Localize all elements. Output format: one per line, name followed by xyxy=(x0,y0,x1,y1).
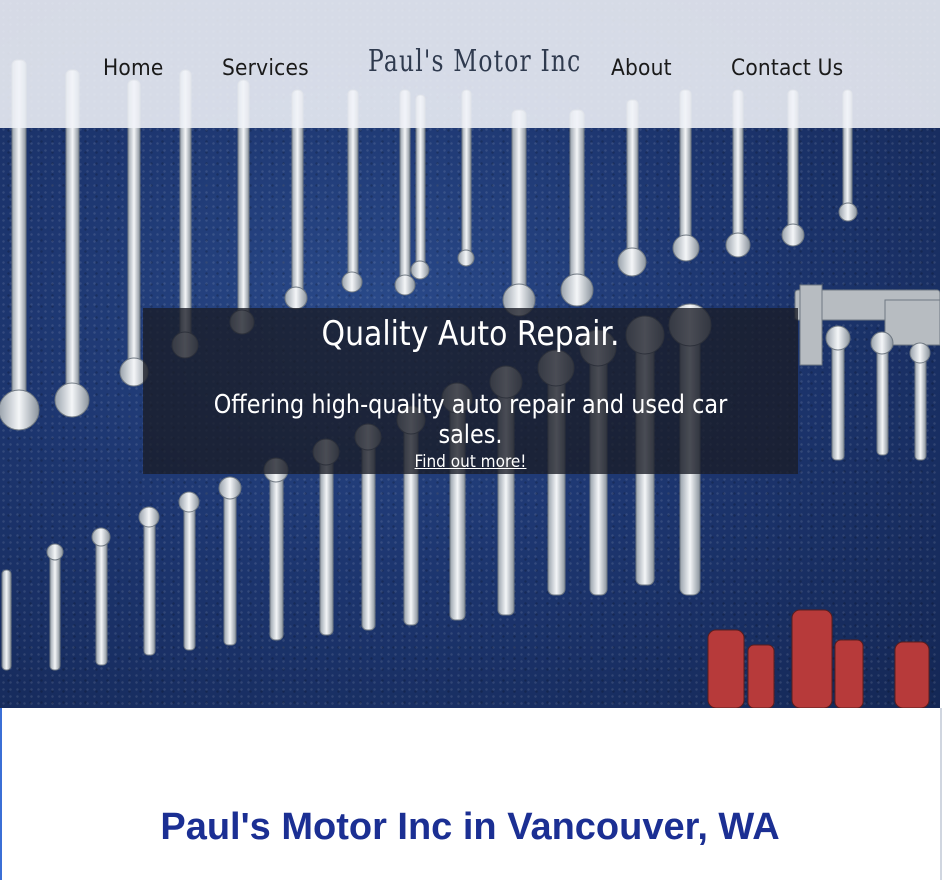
nav-link-contact[interactable]: Contact Us xyxy=(731,56,843,81)
brand-logo-text[interactable]: Paul's Motor Inc xyxy=(368,44,581,79)
find-out-more-link[interactable]: Find out more! xyxy=(176,452,766,472)
nav-link-home[interactable]: Home xyxy=(103,56,164,81)
section-heading: Paul's Motor Inc in Vancouver, WA xyxy=(160,806,780,848)
hero-text-panel: Quality Auto Repair. Offering high-quali… xyxy=(143,308,798,474)
hero-subtitle: Offering high-quality auto repair and us… xyxy=(213,390,728,450)
nav-link-services[interactable]: Services xyxy=(222,56,309,81)
hero-title: Quality Auto Repair. xyxy=(321,314,620,354)
top-navigation-bar: Home Services Paul's Motor Inc About Con… xyxy=(0,0,940,128)
nav-link-about[interactable]: About xyxy=(611,56,672,81)
left-edge-border xyxy=(0,708,2,880)
